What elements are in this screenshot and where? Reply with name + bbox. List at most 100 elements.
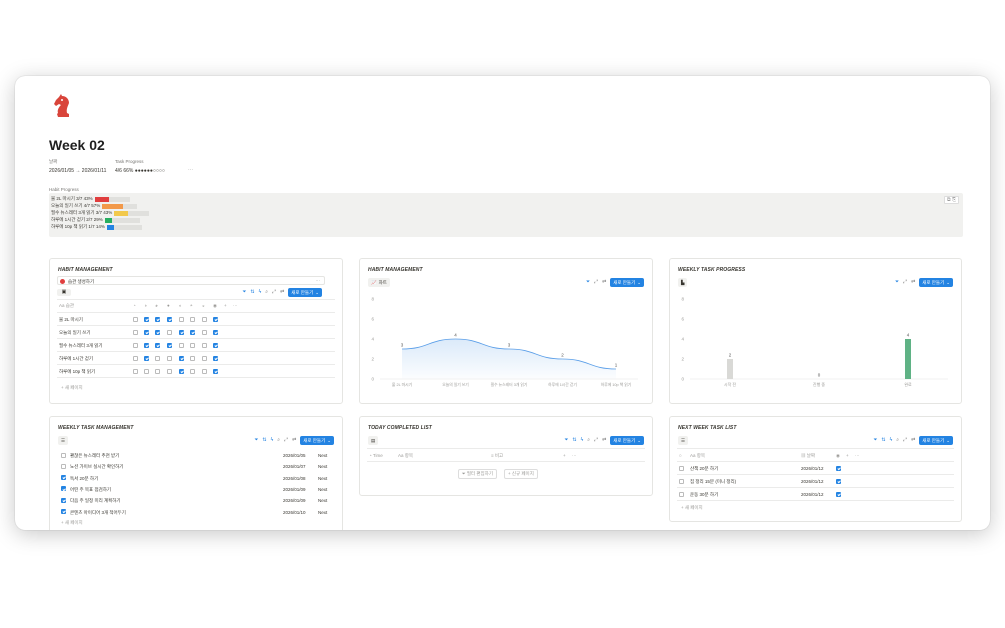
task-checkbox[interactable]	[61, 509, 66, 514]
habit-checkbox[interactable]	[213, 368, 218, 374]
add-column-icon[interactable]: +	[563, 453, 566, 458]
task-name[interactable]: 콘텐츠 아이디어 3개 적어두기	[70, 510, 126, 516]
habit-checkbox[interactable]	[213, 316, 218, 322]
filter-icon[interactable]: ⏷	[586, 280, 590, 285]
new-button[interactable]: 새로 만들기 ⌄	[300, 436, 334, 445]
expand-icon[interactable]: ⤢	[594, 280, 598, 285]
page-title[interactable]: Week 02	[49, 137, 105, 153]
task-name[interactable]: 독서 20분 하기	[70, 476, 98, 482]
habit-checkbox[interactable]	[167, 342, 172, 348]
day-column-icon[interactable]: ◉	[213, 303, 217, 309]
habit-name[interactable]: 물 2L 마시기	[59, 317, 83, 323]
expand-icon[interactable]: ⤢	[903, 280, 907, 285]
settings-icon[interactable]: ⇄	[292, 438, 296, 443]
habit-checkbox[interactable]	[133, 316, 138, 322]
chevron-down-icon[interactable]: ⌄	[946, 438, 950, 444]
new-page-button[interactable]: + 신규 페이지	[504, 469, 538, 479]
lightning-icon[interactable]: ϟ	[581, 438, 584, 443]
expand-icon[interactable]: ⤢	[594, 438, 598, 443]
filter-icon[interactable]: ⏷	[873, 438, 877, 443]
more-icon[interactable]: ···	[233, 303, 238, 308]
search-icon[interactable]: ⌕	[587, 438, 590, 443]
habit-checkbox[interactable]	[144, 342, 149, 348]
more-icon[interactable]: ···	[572, 453, 577, 458]
habit-checkbox[interactable]	[202, 316, 207, 322]
habit-checkbox[interactable]	[167, 329, 172, 335]
new-button[interactable]: 새로 만들기 ⌄	[288, 288, 322, 297]
habit-checkbox[interactable]	[144, 355, 149, 361]
habit-create-banner[interactable]: 습관 생성하기 ···	[57, 276, 325, 285]
table-view-tab[interactable]: ▤	[368, 436, 379, 445]
habit-checkbox[interactable]	[133, 342, 138, 348]
task-name[interactable]: 집 정리 15분 (미니 정리)	[690, 479, 736, 485]
row-checkbox[interactable]	[679, 478, 684, 484]
list-view-tab[interactable]: ☰	[58, 436, 69, 445]
filter-icon[interactable]: ⏷	[895, 280, 899, 285]
habit-checkbox[interactable]	[167, 368, 172, 374]
habit-checkbox[interactable]	[179, 316, 184, 322]
habit-checkbox[interactable]	[179, 368, 184, 374]
task-checkbox[interactable]	[61, 475, 66, 481]
new-button[interactable]: 새로 만들기 ⌄	[919, 436, 953, 445]
search-icon[interactable]: ⌕	[896, 438, 899, 443]
habit-checkbox[interactable]	[155, 329, 160, 335]
chart-view-tab[interactable]: 📈 차트	[368, 278, 390, 287]
done-checkbox[interactable]	[836, 465, 841, 471]
sort-icon[interactable]: ⇅	[881, 438, 885, 443]
task-name[interactable]: 다음 주 일정 미리 계획하기	[70, 498, 121, 504]
expand-icon[interactable]: ⤢	[272, 290, 276, 295]
expand-icon[interactable]: ⤢	[903, 438, 907, 443]
add-page-button[interactable]: + 새 페이지	[681, 505, 703, 511]
row-checkbox[interactable]	[679, 465, 684, 471]
habit-checkbox[interactable]	[213, 355, 218, 361]
habit-checkbox[interactable]	[202, 329, 207, 335]
settings-icon[interactable]: ⇄	[911, 438, 915, 443]
task-progress-value[interactable]: 4/6 66% ●●●●●●○○○○	[115, 168, 165, 174]
filter-icon[interactable]: ⏷	[564, 438, 568, 443]
task-checkbox[interactable]	[61, 486, 66, 492]
habit-checkbox[interactable]	[190, 316, 195, 322]
habit-checkbox[interactable]	[179, 329, 184, 335]
chevron-down-icon[interactable]: ⌄	[637, 438, 641, 444]
habit-checkbox[interactable]	[179, 342, 184, 348]
filter-icon[interactable]: ⏷	[254, 438, 258, 443]
habit-checkbox[interactable]	[190, 329, 195, 335]
habit-name[interactable]: 필수 뉴스레터 3개 읽기	[59, 343, 103, 349]
sort-icon[interactable]: ⇅	[572, 438, 576, 443]
new-button[interactable]: 새로 만들기 ⌄	[610, 436, 644, 445]
more-icon[interactable]: ···	[188, 167, 193, 173]
lightning-icon[interactable]: ϟ	[890, 438, 893, 443]
habit-checkbox[interactable]	[133, 355, 138, 361]
more-icon[interactable]: ···	[316, 278, 321, 283]
day-column-icon[interactable]: ●	[167, 303, 170, 308]
habit-checkbox[interactable]	[213, 342, 218, 348]
habit-name[interactable]: 하루에 10p 책 읽기	[59, 369, 95, 375]
new-button[interactable]: 새로 만들기 ⌄	[919, 278, 953, 287]
habit-checkbox[interactable]	[167, 355, 172, 361]
habit-checkbox[interactable]	[155, 342, 160, 348]
task-name[interactable]: 괜찮은 뉴스레터 추천 받기	[70, 453, 119, 459]
row-checkbox[interactable]	[679, 491, 684, 497]
habit-name[interactable]: 하루에 1시간 걷기	[59, 356, 93, 362]
habit-checkbox[interactable]	[155, 355, 160, 361]
habit-checkbox[interactable]	[155, 316, 160, 322]
habit-checkbox[interactable]	[144, 368, 149, 374]
habit-checkbox[interactable]	[202, 368, 207, 374]
search-icon[interactable]: ⌕	[277, 438, 280, 443]
habit-name[interactable]: 오늘의 일기 쓰기	[59, 330, 90, 336]
task-checkbox[interactable]	[61, 497, 66, 503]
add-column-icon[interactable]: +	[224, 303, 227, 308]
habit-checkbox[interactable]	[213, 329, 218, 335]
chevron-down-icon[interactable]: ⌄	[637, 280, 641, 286]
habit-checkbox[interactable]	[144, 316, 149, 322]
habit-checkbox[interactable]	[155, 368, 160, 374]
habit-checkbox[interactable]	[179, 355, 184, 361]
settings-icon[interactable]: ⇄	[911, 280, 915, 285]
table-view-icon[interactable]: ▣	[57, 289, 71, 296]
new-button[interactable]: 새로 만들기 ⌄	[610, 278, 644, 287]
chevron-down-icon[interactable]: ⌄	[315, 290, 319, 296]
lightning-icon[interactable]: ϟ	[259, 290, 262, 295]
task-checkbox[interactable]	[61, 452, 66, 458]
add-page-button[interactable]: + 새 페이지	[61, 385, 83, 391]
habit-checkbox[interactable]	[133, 368, 138, 374]
